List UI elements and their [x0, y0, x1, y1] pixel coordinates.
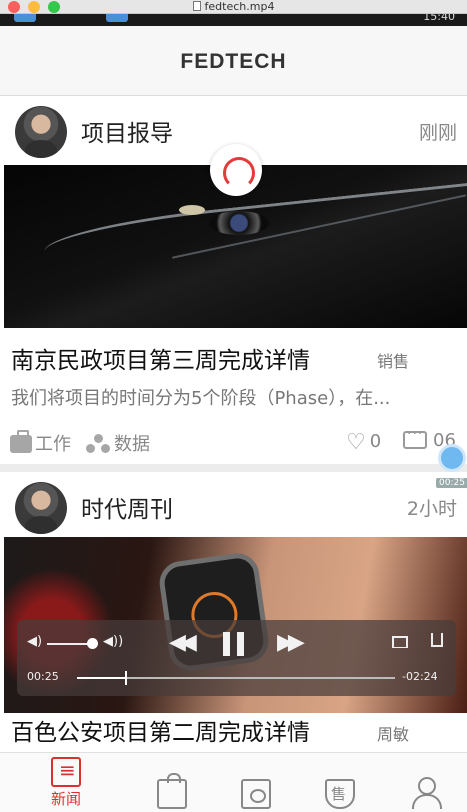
- loading-spinner: [210, 144, 262, 196]
- status-time: 15:40: [423, 14, 455, 23]
- app-title: FEDTECH: [180, 50, 287, 73]
- heart-icon: ♡: [346, 430, 366, 455]
- card-meta-row: 工作 数据 ♡0 06: [0, 424, 467, 464]
- user-icon: [411, 777, 442, 809]
- remaining-time: -02:24: [402, 670, 438, 683]
- card-separator: [0, 464, 467, 472]
- category-work-label: 工作: [35, 434, 71, 455]
- progress-thumb[interactable]: [125, 671, 127, 685]
- app-header: FEDTECH: [0, 26, 467, 96]
- card-title-row[interactable]: 南京民政项目第三周完成详情 销售: [0, 328, 467, 384]
- elapsed-time: 00:25: [27, 670, 59, 683]
- tab-watch[interactable]: [226, 779, 286, 809]
- sale-shield-icon: [325, 779, 355, 809]
- comment-icon: [403, 426, 427, 449]
- status-icon: [14, 14, 36, 22]
- card-header: 时代周刊 2小时: [0, 472, 467, 542]
- tab-bar: 新闻: [0, 752, 467, 812]
- card-title[interactable]: 百色公安项目第二周完成详情: [11, 713, 310, 747]
- playback-position-badge[interactable]: [438, 444, 466, 472]
- tab-shop[interactable]: [142, 773, 202, 809]
- avatar[interactable]: [15, 482, 67, 534]
- card-time: 2小时: [406, 498, 457, 520]
- tab-profile[interactable]: [396, 777, 456, 809]
- card-summary: 我们将项目的时间分为5个阶段（Phase），在...: [11, 388, 391, 409]
- shopping-bag-icon: [157, 773, 187, 809]
- eye-icon: [241, 779, 271, 809]
- category-data-label: 数据: [114, 434, 150, 455]
- volume-low-icon: ◀): [27, 634, 43, 649]
- image-detail: [209, 211, 269, 235]
- tab-news-label: 新闻: [50, 790, 81, 808]
- card-title-row[interactable]: 百色公安项目第二周完成详情 周敏: [11, 713, 467, 753]
- tab-news[interactable]: 新闻: [36, 757, 96, 809]
- category-data[interactable]: 数据: [86, 430, 150, 456]
- card-title[interactable]: 南京民政项目第三周完成详情: [11, 341, 310, 375]
- airplay-button[interactable]: [392, 636, 408, 648]
- image-detail: [179, 205, 205, 215]
- phone-screen: 15:40 FEDTECH 项目报导 刚刚 南京民政项目第三周完成详情 销售 我…: [0, 14, 467, 812]
- fast-forward-button[interactable]: ▶▶: [277, 630, 305, 655]
- status-icon: [106, 14, 128, 22]
- share-button[interactable]: [431, 633, 443, 647]
- volume-high-icon: ◀)): [103, 634, 124, 649]
- tab-sales[interactable]: [310, 779, 370, 809]
- news-icon: [51, 757, 81, 787]
- progress-scrubber[interactable]: [77, 671, 395, 685]
- volume-slider-knob[interactable]: [87, 638, 98, 649]
- window-title: fedtech.mp4: [0, 0, 467, 13]
- card-source[interactable]: 项目报导: [81, 114, 173, 148]
- card-tag: 周敏: [377, 725, 410, 744]
- like-button[interactable]: ♡ 0: [346, 430, 381, 455]
- rewind-button[interactable]: ◀◀: [169, 630, 197, 655]
- window-title-bar: fedtech.mp4: [0, 0, 467, 14]
- card-tag: 销售: [377, 352, 410, 371]
- category-work[interactable]: 工作: [10, 430, 71, 456]
- playback-badge-time: 00:25: [436, 478, 467, 488]
- status-bar: 15:40: [0, 14, 467, 26]
- card-time: 刚刚: [418, 122, 457, 144]
- window-title-text: fedtech.mp4: [204, 0, 275, 13]
- video-player-controls: ◀) ◀)) ◀◀ ▶▶ 00:25 -02:24: [17, 620, 456, 696]
- briefcase-icon: [10, 430, 32, 453]
- avatar[interactable]: [15, 106, 67, 158]
- like-count: 0: [369, 431, 382, 452]
- progress-fill: [77, 677, 125, 679]
- pause-button[interactable]: [223, 632, 245, 656]
- video-file-icon: [192, 1, 201, 11]
- card-source[interactable]: 时代周刊: [81, 490, 173, 524]
- nodes-icon: [86, 434, 110, 454]
